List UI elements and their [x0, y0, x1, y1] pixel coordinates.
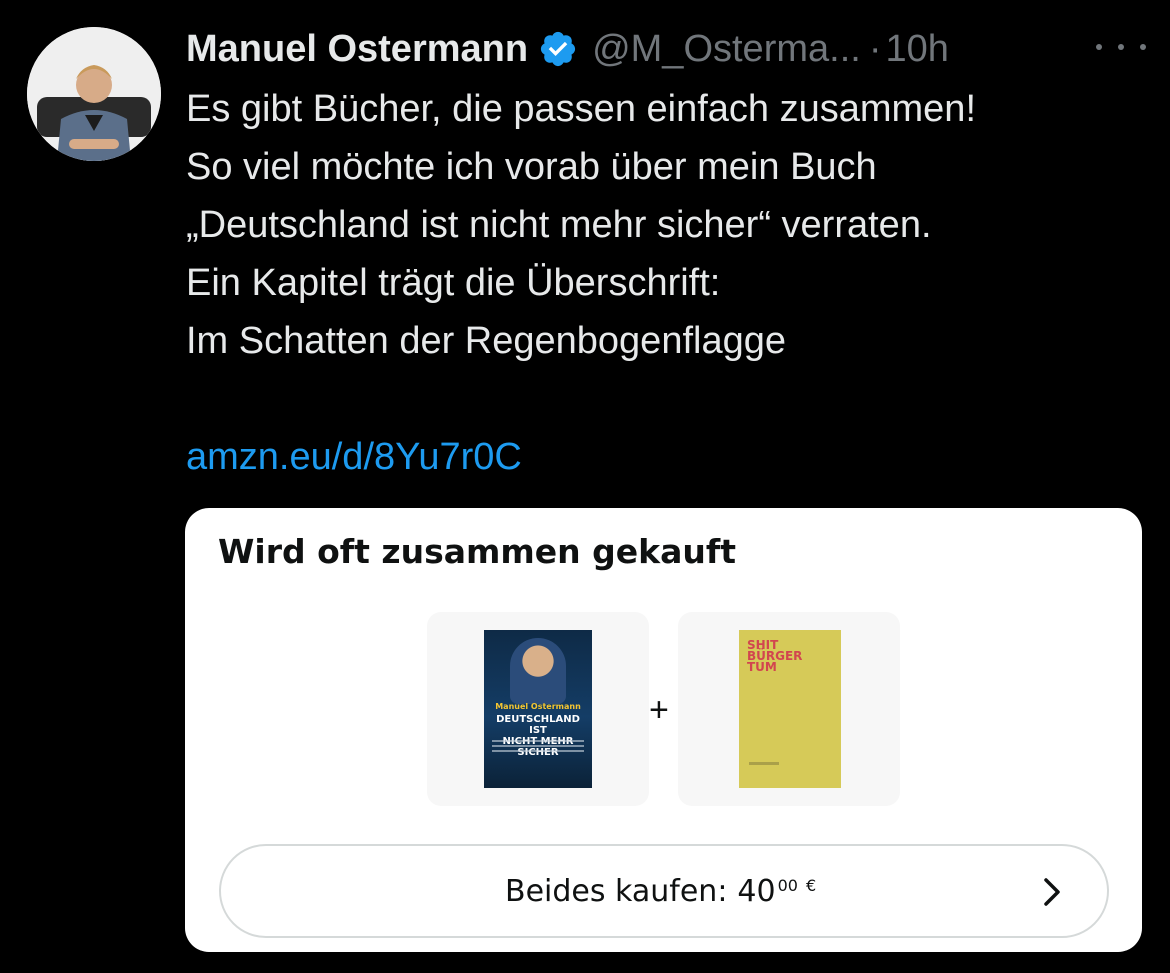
buy-both-label: Beides kaufen: 40 00 €	[505, 874, 816, 909]
cover-title-line: DEUTSCHLAND IST	[496, 714, 580, 736]
media-card[interactable]: Wird oft zusammen gekauft Manuel Osterma…	[185, 508, 1142, 952]
tweet-text: Es gibt Bücher, die passen einfach zusam…	[186, 80, 1146, 370]
chevron-right-icon	[1037, 876, 1067, 908]
buy-label-text: Beides kaufen:	[505, 874, 728, 909]
cover-author: Manuel Ostermann	[495, 702, 581, 711]
product-tile-1[interactable]: Manuel Ostermann DEUTSCHLAND IST NICHT M…	[427, 612, 649, 806]
cover-title-line: TUM	[747, 660, 777, 674]
tweet-text-line: „Deutschland ist nicht mehr sicher“ verr…	[186, 204, 932, 246]
avatar-image	[27, 27, 161, 161]
tweet-text-line: Im Schatten der Regenbogenflagge	[186, 320, 786, 362]
tweet-text-line: Es gibt Bücher, die passen einfach zusam…	[186, 88, 977, 130]
cover-subtitle-lines	[492, 740, 584, 754]
avatar[interactable]	[27, 27, 161, 161]
cover-portrait	[510, 638, 566, 704]
price-whole: 40	[737, 874, 776, 909]
verified-badge-icon	[538, 29, 578, 69]
more-options-icon[interactable]	[1096, 32, 1146, 62]
book-cover-1: Manuel Ostermann DEUTSCHLAND IST NICHT M…	[484, 630, 592, 788]
product-tile-2[interactable]: SHIT BÜRGER TUM	[678, 612, 900, 806]
tweet-text-line: Ein Kapitel trägt die Überschrift:	[186, 262, 721, 304]
author-name[interactable]: Manuel Ostermann	[186, 28, 528, 71]
cover-title: SHIT BÜRGER TUM	[747, 639, 802, 674]
tweet-text-line: So viel möchte ich vorab über mein Buch	[186, 146, 877, 188]
price-cents: 00	[777, 876, 798, 895]
plus-sign: +	[649, 691, 669, 729]
price-currency: €	[805, 876, 817, 895]
tweet[interactable]: Manuel Ostermann @M_Osterma... · 10h Es …	[0, 0, 1170, 973]
cover-footer-mark	[749, 762, 779, 765]
separator-dot: ·	[868, 27, 882, 70]
buy-both-button[interactable]: Beides kaufen: 40 00 €	[219, 844, 1109, 938]
book-cover-2: SHIT BÜRGER TUM	[739, 630, 841, 788]
author-handle[interactable]: @M_Osterma...	[592, 28, 861, 71]
tweet-link[interactable]: amzn.eu/d/8Yu7r0C	[186, 428, 522, 486]
tweet-header: Manuel Ostermann @M_Osterma... · 10h	[186, 22, 1146, 76]
card-title: Wird oft zusammen gekauft	[218, 532, 736, 571]
timestamp[interactable]: 10h	[885, 28, 948, 71]
